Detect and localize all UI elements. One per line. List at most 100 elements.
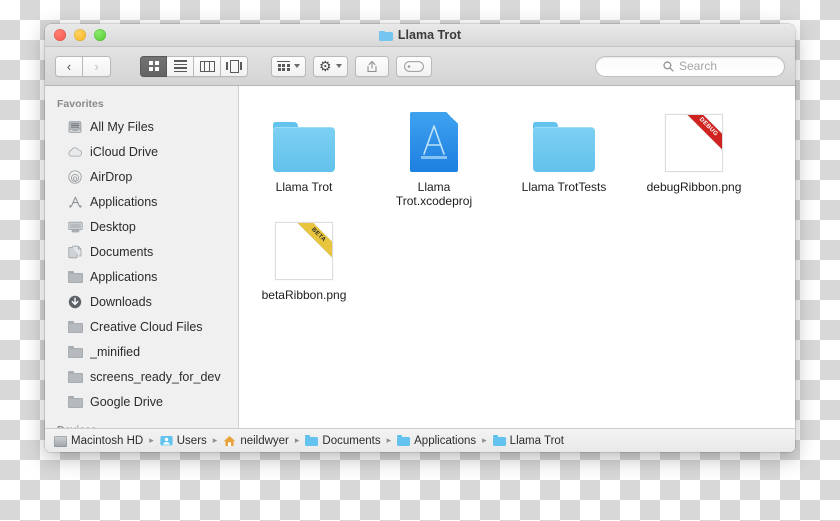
zoom-button[interactable] xyxy=(94,29,106,41)
desktop-icon xyxy=(67,219,83,235)
breadcrumb-separator: ▸ xyxy=(482,435,487,445)
sidebar-item-all-my-files[interactable]: All My Files xyxy=(45,114,238,139)
chevron-left-icon: ‹ xyxy=(66,58,72,74)
tag-icon xyxy=(403,60,424,72)
arrange-icon xyxy=(277,60,290,72)
search-input[interactable]: Search xyxy=(595,55,785,77)
all-my-files-icon xyxy=(67,119,83,135)
file-item[interactable]: BETA betaRibbon.png xyxy=(239,208,369,302)
file-item[interactable]: Llama Trot.xcodeproj xyxy=(369,100,499,208)
icloud-icon xyxy=(67,144,83,160)
search-placeholder: Search xyxy=(678,59,718,73)
sidebar-item-label: screens_ready_for_dev xyxy=(90,369,221,384)
sidebar-item-desktop[interactable]: Desktop xyxy=(45,214,238,239)
tag-button[interactable] xyxy=(395,55,432,77)
window-title: Llama Trot xyxy=(397,28,462,42)
columns-icon xyxy=(199,60,215,72)
view-mode-buttons xyxy=(140,55,248,77)
finder-window: Llama Trot ‹ › ⚙ Search Favorites All My… xyxy=(45,24,795,452)
icon-view-button[interactable] xyxy=(140,55,167,77)
sidebar-section-header-favorites: Favorites xyxy=(57,98,104,110)
file-name: Llama Trot xyxy=(275,180,333,194)
sidebar-item-minified[interactable]: _minified xyxy=(45,339,238,364)
file-grid: Llama Trot Llama Trot.xcodeproj Llama Tr… xyxy=(239,100,795,302)
sidebar-item-label: iCloud Drive xyxy=(90,144,159,159)
file-item[interactable]: DEBUG debugRibbon.png xyxy=(629,100,759,208)
sidebar-item-label: Google Drive xyxy=(90,394,163,409)
home-icon xyxy=(223,435,236,446)
ribbon-label: BETA xyxy=(292,223,332,262)
breadcrumb: Macintosh HD ▸ Users ▸ neildwyer ▸ Docum… xyxy=(45,428,795,452)
sidebar-item-airdrop[interactable]: AirDrop xyxy=(45,164,238,189)
downloads-icon xyxy=(67,294,83,310)
column-view-button[interactable] xyxy=(194,55,221,77)
finder-toolbar: ‹ › ⚙ Search xyxy=(45,47,795,86)
file-browser-area[interactable]: Llama Trot Llama Trot.xcodeproj Llama Tr… xyxy=(239,86,795,452)
folder-icon xyxy=(67,344,83,360)
chevron-down-icon xyxy=(335,64,342,68)
sidebar-item-label: _minified xyxy=(90,344,141,359)
close-button[interactable] xyxy=(54,29,66,41)
file-name: Llama Trot.xcodeproj xyxy=(395,180,473,208)
minimize-button[interactable] xyxy=(74,29,86,41)
coverflow-icon xyxy=(226,59,242,73)
list-icon xyxy=(173,60,187,72)
breadcrumb-separator: ▸ xyxy=(212,435,218,445)
xcodeproj-icon xyxy=(410,106,458,172)
sidebar-item-label: Desktop xyxy=(90,219,136,234)
folder-icon xyxy=(273,106,335,172)
folder-icon xyxy=(378,30,393,41)
back-button[interactable]: ‹ xyxy=(55,55,83,77)
breadcrumb-item-users[interactable]: Users xyxy=(160,435,207,447)
breadcrumb-label: Documents xyxy=(322,434,381,447)
sidebar-item-applications-folder[interactable]: Applications xyxy=(45,264,238,289)
breadcrumb-item-neildwyer[interactable]: neildwyer xyxy=(223,435,289,447)
folder-icon xyxy=(67,369,83,385)
png-preview-icon: DEBUG xyxy=(665,106,723,172)
breadcrumb-label: Applications xyxy=(414,434,477,447)
breadcrumb-item-llama-trot[interactable]: Llama Trot xyxy=(492,435,564,447)
chevron-right-icon: › xyxy=(94,58,99,74)
sidebar-item-label: AirDrop xyxy=(90,169,133,184)
ribbon-label: DEBUG xyxy=(682,115,722,154)
sidebar-item-label: Documents xyxy=(90,244,154,259)
sidebar-item-google-drive[interactable]: Google Drive xyxy=(45,389,238,414)
file-name: debugRibbon.png xyxy=(646,180,742,194)
grid-icon xyxy=(148,61,159,71)
sidebar-item-downloads[interactable]: Downloads xyxy=(45,289,238,314)
breadcrumb-label: neildwyer xyxy=(240,434,289,447)
sidebar-item-label: Downloads xyxy=(90,294,152,309)
window-titlebar[interactable]: Llama Trot xyxy=(45,24,795,47)
list-view-button[interactable] xyxy=(167,55,194,77)
sidebar-item-screens-ready-for-dev[interactable]: screens_ready_for_dev xyxy=(45,364,238,389)
sidebar-item-documents[interactable]: Documents xyxy=(45,239,238,264)
documents-icon xyxy=(67,244,83,260)
sidebar: Favorites All My Files iCloud Drive AirD… xyxy=(45,86,239,452)
file-name: Llama TrotTests xyxy=(521,180,607,194)
file-item[interactable]: Llama TrotTests xyxy=(499,100,629,208)
folder-icon xyxy=(533,106,595,172)
forward-button[interactable]: › xyxy=(83,55,111,77)
search-icon xyxy=(663,60,674,72)
breadcrumb-separator: ▸ xyxy=(149,435,154,445)
action-button[interactable]: ⚙ xyxy=(313,55,348,77)
share-button[interactable] xyxy=(354,55,389,77)
folder-icon xyxy=(67,394,83,410)
sidebar-item-creative-cloud-files[interactable]: Creative Cloud Files xyxy=(45,314,238,339)
breadcrumb-label: Users xyxy=(176,434,207,447)
users-folder-icon xyxy=(160,435,173,446)
breadcrumb-item-macintosh-hd[interactable]: Macintosh HD xyxy=(54,435,143,447)
coverflow-view-button[interactable] xyxy=(221,55,248,77)
breadcrumb-item-documents[interactable]: Documents xyxy=(305,434,381,447)
gear-icon: ⚙ xyxy=(319,58,332,74)
sidebar-item-icloud-drive[interactable]: iCloud Drive xyxy=(45,139,238,164)
sidebar-item-label: Creative Cloud Files xyxy=(90,319,203,334)
file-item[interactable]: Llama Trot xyxy=(239,100,369,208)
sidebar-item-applications[interactable]: Applications xyxy=(45,189,238,214)
arrange-button[interactable] xyxy=(271,55,306,77)
sidebar-item-label: Applications xyxy=(90,194,158,209)
applications-icon xyxy=(67,194,83,210)
chevron-down-icon xyxy=(294,64,300,68)
png-preview-icon: BETA xyxy=(275,214,333,280)
breadcrumb-item-applications[interactable]: Applications xyxy=(397,435,476,447)
